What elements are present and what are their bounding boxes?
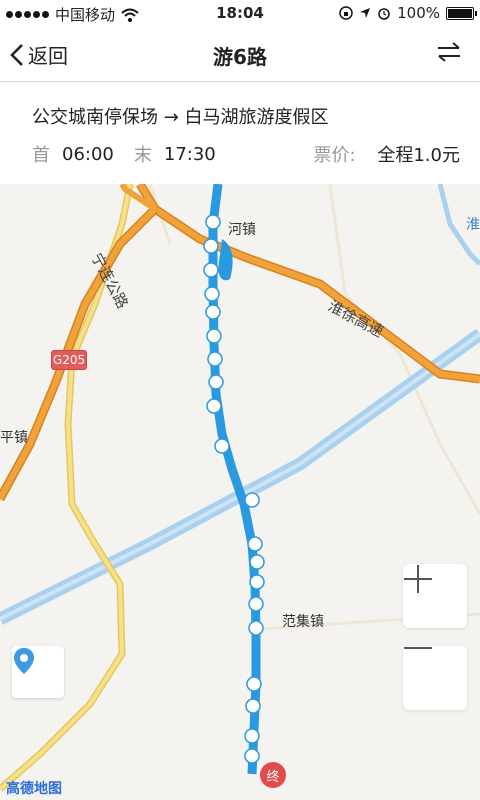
map-label-edge: 淮	[466, 217, 480, 233]
bus-stop-icon[interactable]	[249, 574, 265, 590]
bus-stop-icon[interactable]	[249, 554, 265, 570]
bus-stop-icon[interactable]	[244, 728, 260, 744]
bus-stop-icon[interactable]	[208, 374, 224, 390]
bus-stop-icon[interactable]	[247, 536, 263, 552]
location-pin-icon	[14, 648, 34, 674]
page-title: 游6路	[213, 45, 267, 69]
swap-direction-button[interactable]	[436, 41, 462, 67]
alarm-icon	[378, 8, 390, 20]
bus-stop-icon[interactable]	[245, 698, 261, 714]
bus-stop-icon[interactable]	[244, 748, 260, 764]
battery-icon	[446, 6, 477, 20]
bus-stop-icon[interactable]	[246, 676, 262, 692]
bus-stop-icon[interactable]	[248, 596, 264, 612]
road-badge-g205: G205	[51, 350, 87, 370]
bus-stop-icon[interactable]	[207, 351, 223, 367]
swap-icon	[438, 42, 460, 62]
bus-stop-icon[interactable]	[244, 492, 260, 508]
minus-icon	[404, 647, 432, 649]
battery-label: 100%	[397, 4, 440, 22]
fare-label: 票价:	[313, 145, 356, 166]
bus-stop-icon[interactable]	[204, 286, 220, 302]
bus-stop-icon[interactable]	[214, 438, 230, 454]
status-bar: 中国移动 18:04 100%	[0, 0, 480, 28]
map-view[interactable]: 河镇 宁连公路 淮徐高速 G205 平镇 范集镇 淮 终 高德地图	[0, 184, 480, 800]
map-label-fanji: 范集镇	[282, 614, 324, 630]
first-bus-time: 06:00	[62, 143, 114, 165]
end-stop-badge[interactable]: 终	[260, 762, 286, 788]
nav-bar: 返回 游6路	[0, 28, 480, 82]
service-times: 首 06:00 末 17:30	[32, 141, 236, 167]
rotation-lock-icon	[339, 6, 353, 20]
fare-value: 全程1.0元	[377, 145, 460, 166]
bus-stop-icon[interactable]	[206, 398, 222, 414]
last-bus-label: 末	[133, 145, 152, 166]
fare: 票价: 全程1.0元	[314, 141, 460, 167]
zoom-in-button[interactable]	[403, 564, 467, 628]
bus-stop-icon[interactable]	[205, 214, 221, 230]
map-provider-logo: 高德地图	[6, 781, 62, 797]
bus-stop-icon[interactable]	[206, 328, 222, 344]
route-info-panel: 公交城南停保场 → 白马湖旅游度假区 首 06:00 末 17:30 票价: 全…	[0, 83, 480, 184]
map-label-town-top: 河镇	[228, 222, 256, 238]
plus-icon	[404, 565, 432, 593]
zoom-out-button[interactable]	[403, 646, 467, 710]
status-right: 100%	[339, 4, 477, 22]
highway-inner	[137, 184, 480, 382]
first-bus-label: 首	[32, 145, 50, 166]
bus-stop-icon[interactable]	[205, 304, 221, 320]
bus-stop-icon[interactable]	[203, 262, 219, 278]
location-arrow-icon	[360, 8, 371, 18]
bus-stop-icon[interactable]	[248, 620, 264, 636]
map-label-town-left: 平镇	[0, 430, 28, 446]
locate-me-button[interactable]	[12, 646, 64, 698]
last-bus-time: 17:30	[163, 143, 216, 165]
route-endpoints: 公交城南停保场 → 白马湖旅游度假区	[32, 107, 329, 128]
bus-stop-icon[interactable]	[203, 238, 219, 254]
